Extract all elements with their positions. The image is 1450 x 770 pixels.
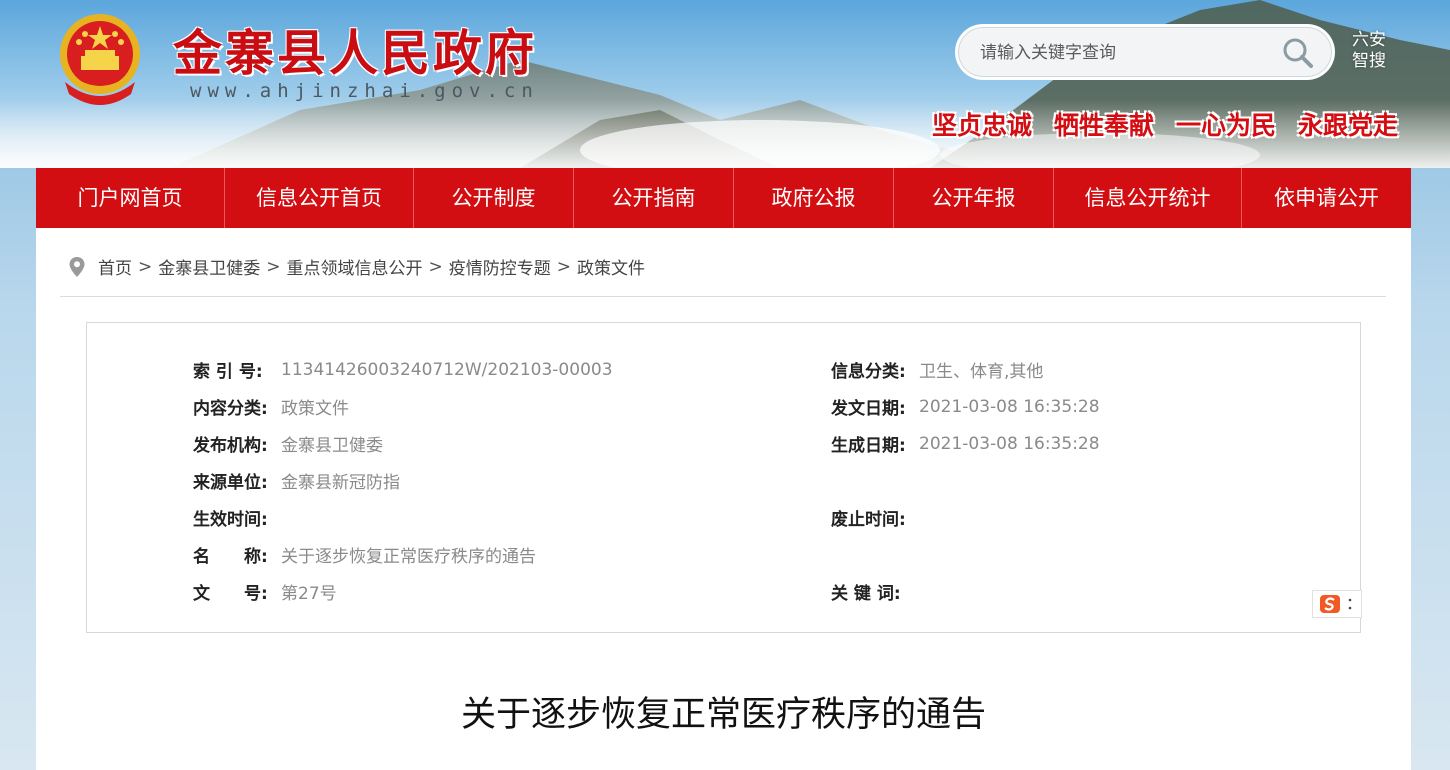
metadata-row-expiry-time: 废止时间: [831,499,1100,536]
meta-value: 卫生、体育,其他 [919,362,1044,382]
metadata-row-generated-date: 生成日期: 2021-03-08 16:35:28 [831,425,1100,462]
metadata-row-content-category: 内容分类: 政策文件 [193,388,613,425]
nav-item-gov-gazette[interactable]: 政府公报 [734,168,894,228]
meta-value: 第27号 [281,584,337,604]
breadcrumb-separator: > [138,256,153,277]
national-emblem-icon [60,14,140,105]
metadata-left-column: 索 引 号: 11341426003240712W/202103-00003 内… [193,351,613,610]
meta-label: 生效时间: [193,510,268,530]
meta-value: 2021-03-08 16:35:28 [919,433,1100,454]
breadcrumb: 首页 > 金寨县卫健委 > 重点领域信息公开 > 疫情防控专题 > 政策文件 [68,254,645,279]
meta-label: 发文日期: [831,399,906,419]
slogan: 一心为民 [1176,111,1277,140]
metadata-row-empty [831,462,1100,499]
meta-label: 文 号: [193,584,268,604]
sogou-ime-glyph [1320,595,1352,613]
header-banner: 金寨县人民政府 www.ahjinzhai.gov.cn 六安 智搜 坚贞忠诚 … [0,0,1450,168]
metadata-row-name: 名 称: 关于逐步恢复正常医疗秩序的通告 [193,536,613,573]
meta-value: 11341426003240712W/202103-00003 [281,359,613,380]
search-input[interactable] [980,39,1270,67]
divider [60,296,1386,297]
breadcrumb-epidemic-topic[interactable]: 疫情防控专题 [449,254,551,279]
site-url: www.ahjinzhai.gov.cn [190,80,539,102]
metadata-row-source: 来源单位: 金寨县新冠防指 [193,462,613,499]
nav-item-apply-disclosure[interactable]: 依申请公开 [1242,168,1411,228]
metadata-row-publisher: 发布机构: 金寨县卫健委 [193,425,613,462]
sogou-ime-icon[interactable] [1312,590,1362,618]
slogan: 牺牲奉献 [1054,111,1155,140]
meta-value: 2021-03-08 16:35:28 [919,396,1100,417]
search-box [955,24,1335,80]
liuan-smart-search-link[interactable]: 六安 智搜 [1347,30,1391,72]
magnifier-icon[interactable] [1280,35,1316,71]
breadcrumb-separator: > [266,256,281,277]
metadata-row-index-no: 索 引 号: 11341426003240712W/202103-00003 [193,351,613,388]
meta-value: 金寨县新冠防指 [281,473,400,493]
metadata-row-empty [831,536,1100,573]
meta-label: 发布机构: [193,436,268,456]
meta-label: 废止时间: [831,510,906,530]
nav-item-info-home[interactable]: 信息公开首页 [225,168,414,228]
breadcrumb-home[interactable]: 首页 [98,254,132,279]
brand-link-line2: 智搜 [1352,51,1386,71]
nav-item-statistics[interactable]: 信息公开统计 [1054,168,1242,228]
metadata-table: 索 引 号: 11341426003240712W/202103-00003 内… [86,322,1362,633]
metadata-row-doc-number: 文 号: 第27号 [193,573,613,610]
nav-item-annual-report[interactable]: 公开年报 [894,168,1054,228]
brand-link-line1: 六安 [1352,30,1386,50]
slogan: 永跟党走 [1298,111,1399,140]
breadcrumb-policy-files[interactable]: 政策文件 [577,254,645,279]
metadata-row-effective-time: 生效时间: [193,499,613,536]
metadata-row-issue-date: 发文日期: 2021-03-08 16:35:28 [831,388,1100,425]
content-panel: 首页 > 金寨县卫健委 > 重点领域信息公开 > 疫情防控专题 > 政策文件 索… [36,228,1411,770]
meta-label: 名 称: [193,547,268,567]
breadcrumb-health-commission[interactable]: 金寨县卫健委 [158,254,260,279]
meta-label: 内容分类: [193,399,268,419]
meta-label: 关 键 词: [831,584,901,604]
meta-value: 关于逐步恢复正常医疗秩序的通告 [281,547,536,567]
slogans: 坚贞忠诚 牺牲奉献 一心为民 永跟党走 [932,106,1398,142]
meta-label: 来源单位: [193,473,268,493]
breadcrumb-separator: > [556,256,571,277]
meta-label: 信息分类: [831,362,906,382]
meta-label: 索 引 号: [193,362,263,382]
nav-item-disclosure-guide[interactable]: 公开指南 [574,168,734,228]
breadcrumb-key-areas[interactable]: 重点领域信息公开 [287,254,423,279]
breadcrumb-separator: > [428,256,443,277]
nav-item-disclosure-system[interactable]: 公开制度 [414,168,574,228]
document-title: 关于逐步恢复正常医疗秩序的通告 [460,695,986,735]
meta-value: 政策文件 [281,399,349,419]
metadata-row-keywords: 关 键 词: [831,573,1100,610]
meta-value: 金寨县卫健委 [281,436,383,456]
location-pin-icon [69,256,85,277]
slogan: 坚贞忠诚 [932,111,1033,140]
nav-item-portal-home[interactable]: 门户网首页 [36,168,225,228]
main-nav: 门户网首页 信息公开首页 公开制度 公开指南 政府公报 公开年报 信息公开统计 … [36,168,1411,228]
site-title: 金寨县人民政府 [173,24,538,82]
meta-label: 生成日期: [831,436,906,456]
metadata-right-column: 信息分类: 卫生、体育,其他 发文日期: 2021-03-08 16:35:28… [831,351,1100,610]
metadata-row-info-category: 信息分类: 卫生、体育,其他 [831,351,1100,388]
